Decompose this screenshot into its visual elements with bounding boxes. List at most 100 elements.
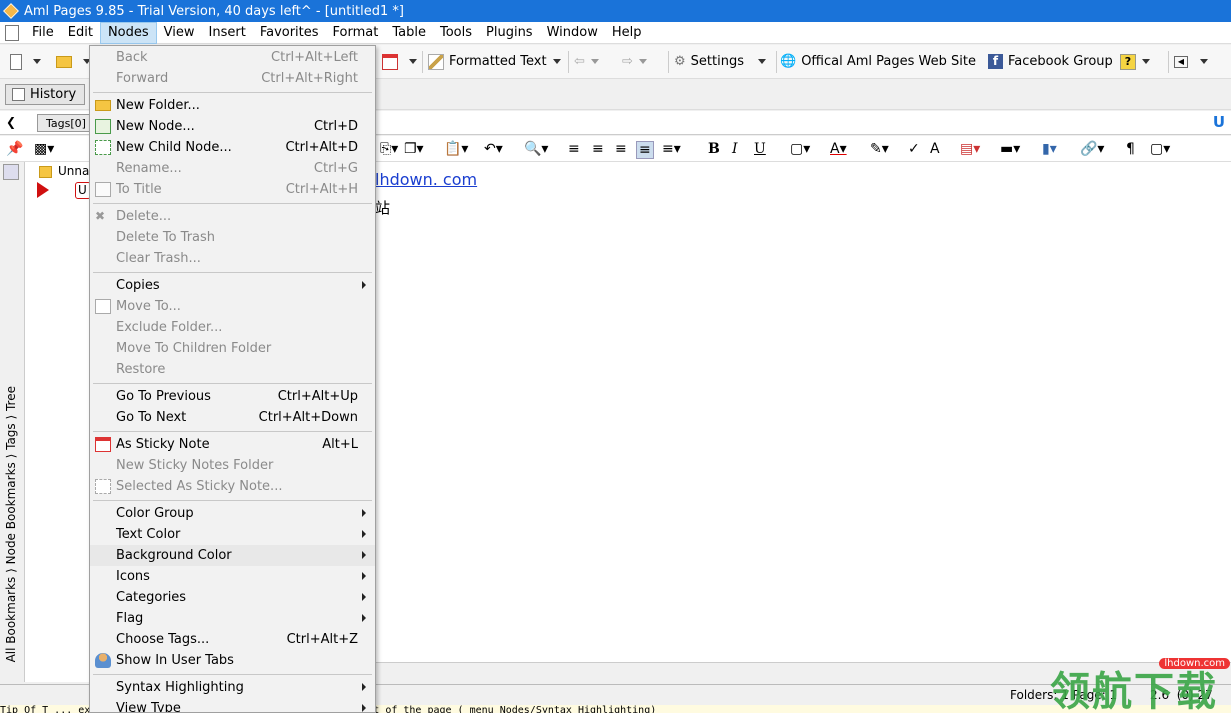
- menu-item-delete-to-trash: Delete To Trash: [90, 227, 375, 248]
- forward-nav-button[interactable]: ⇨: [618, 48, 651, 76]
- document-icon[interactable]: [5, 24, 19, 41]
- align-right-icon[interactable]: ≡: [615, 141, 627, 157]
- help-button[interactable]: ?: [1116, 48, 1154, 76]
- formatted-text-button[interactable]: Formatted Text: [424, 48, 565, 76]
- menu-item-label: Go To Previous: [116, 389, 211, 404]
- line-spacing-icon[interactable]: ≡▾: [662, 141, 681, 157]
- italic-button[interactable]: I: [732, 141, 738, 157]
- watermark-url: lhdown.com: [1159, 658, 1230, 669]
- submenu-arrow-icon: [362, 593, 366, 601]
- menu-item-shortcut: Ctrl+Alt+Z: [286, 632, 358, 647]
- menu-file[interactable]: File: [25, 22, 61, 44]
- menu-plugins[interactable]: Plugins: [479, 22, 540, 44]
- menu-item-shortcut: Ctrl+Alt+D: [285, 140, 358, 155]
- menu-item-label: New Node...: [116, 119, 195, 134]
- menu-item-as-sticky-note[interactable]: As Sticky Note Alt+L: [90, 434, 375, 455]
- page-tab-label[interactable]: U: [1213, 113, 1225, 131]
- menu-format[interactable]: Format: [326, 22, 386, 44]
- back-nav-button[interactable]: ⇦: [570, 48, 603, 76]
- submenu-arrow-icon: [362, 281, 366, 289]
- calendar-button[interactable]: [378, 48, 421, 76]
- node-view-icon[interactable]: ▩▾: [34, 141, 54, 157]
- pin-icon[interactable]: 📌: [6, 141, 23, 157]
- menu-separator: [93, 383, 372, 384]
- settings-button[interactable]: ⚙ Settings: [670, 48, 770, 76]
- history-icon: [12, 88, 25, 101]
- bold-button[interactable]: B: [708, 141, 720, 157]
- menu-item-new-child-node[interactable]: New Child Node... Ctrl+Alt+D: [90, 137, 375, 158]
- clear-format-icon[interactable]: ✓: [908, 141, 920, 157]
- style-icon[interactable]: A: [930, 141, 940, 157]
- justify-icon[interactable]: ≡: [636, 141, 654, 159]
- menu-item-label: Flag: [116, 611, 144, 626]
- underline-button[interactable]: U: [754, 141, 766, 157]
- menu-help[interactable]: Help: [605, 22, 649, 44]
- menu-item-color-group[interactable]: Color Group: [90, 503, 375, 524]
- vertical-tabs-labels[interactable]: All Bookmarks ⟩ Node Bookmarks ⟩ Tags ⟩ …: [4, 386, 18, 662]
- bookmark-icon[interactable]: ▮▾: [1042, 141, 1057, 157]
- scroll-left-icon[interactable]: ❮: [6, 115, 16, 129]
- menu-item-label: View Type: [116, 701, 181, 713]
- menu-item-shortcut: Alt+L: [322, 437, 358, 452]
- menu-item-icons[interactable]: Icons: [90, 566, 375, 587]
- menu-separator: [93, 431, 372, 432]
- menu-item-new-folder[interactable]: New Folder...: [90, 95, 375, 116]
- find-icon[interactable]: 🔍▾: [524, 141, 548, 157]
- official-site-button[interactable]: 🌐 Offical Aml Pages Web Site: [776, 48, 1000, 76]
- copy-format-icon[interactable]: ❐▾: [404, 141, 424, 157]
- editor-link[interactable]: lhdown. com: [375, 170, 477, 189]
- vertical-tab-strip: All Bookmarks ⟩ Node Bookmarks ⟩ Tags ⟩ …: [0, 162, 25, 682]
- menu-item-go-to-previous[interactable]: Go To Previous Ctrl+Alt+Up: [90, 386, 375, 407]
- menu-item-view-type[interactable]: View Type: [90, 698, 375, 713]
- menu-item-syntax-highlighting[interactable]: Syntax Highlighting: [90, 677, 375, 698]
- submenu-arrow-icon: [362, 509, 366, 517]
- image-icon[interactable]: ▢▾: [1150, 141, 1170, 157]
- menu-item-copies[interactable]: Copies: [90, 275, 375, 296]
- delete-icon: ✖: [95, 209, 106, 223]
- paragraph-icon[interactable]: ¶: [1126, 141, 1135, 157]
- menu-table[interactable]: Table: [385, 22, 433, 44]
- panel-button[interactable]: ◀: [1170, 48, 1212, 76]
- menu-item-categories[interactable]: Categories: [90, 587, 375, 608]
- menu-view[interactable]: View: [157, 22, 202, 44]
- line-icon[interactable]: ▬▾: [1000, 141, 1020, 157]
- menu-item-label: Syntax Highlighting: [116, 680, 244, 695]
- menu-item-label: Show In User Tabs: [116, 653, 234, 668]
- menu-tools[interactable]: Tools: [433, 22, 479, 44]
- tab-tags[interactable]: Tags[0]: [37, 114, 95, 132]
- menu-item-text-color[interactable]: Text Color: [90, 524, 375, 545]
- menu-item-label: Delete...: [116, 209, 172, 224]
- history-button[interactable]: History: [5, 84, 86, 105]
- text-color-icon[interactable]: A▾: [830, 141, 847, 157]
- align-center-icon[interactable]: ≡: [592, 141, 604, 157]
- insert-icon[interactable]: ▢▾: [790, 141, 810, 157]
- menu-nodes[interactable]: Nodes: [99, 21, 157, 44]
- folder-icon: [95, 100, 111, 111]
- copy-icon[interactable]: ⎘▾: [380, 141, 398, 157]
- menu-item-show-in-user-tabs[interactable]: Show In User Tabs: [90, 650, 375, 671]
- submenu-arrow-icon: [362, 704, 366, 712]
- align-left-icon[interactable]: ≡: [568, 141, 580, 157]
- date-icon[interactable]: ▤▾: [960, 141, 980, 157]
- user-icon: [95, 653, 111, 668]
- new-file-icon: [10, 53, 22, 70]
- submenu-arrow-icon: [362, 551, 366, 559]
- menu-edit[interactable]: Edit: [61, 22, 100, 44]
- menu-window[interactable]: Window: [540, 22, 605, 44]
- menu-item-choose-tags[interactable]: Choose Tags... Ctrl+Alt+Z: [90, 629, 375, 650]
- pin-panel-button[interactable]: [3, 164, 19, 180]
- menu-item-new-node[interactable]: New Node... Ctrl+D: [90, 116, 375, 137]
- undo-icon[interactable]: ↶▾: [484, 141, 503, 157]
- menu-item-label: New Sticky Notes Folder: [116, 458, 274, 473]
- menu-item-go-to-next[interactable]: Go To Next Ctrl+Alt+Down: [90, 407, 375, 428]
- tree-folder-label[interactable]: Unna: [58, 164, 89, 178]
- paste-icon[interactable]: 📋▾: [444, 141, 468, 157]
- facebook-button[interactable]: f Facebook Group: [984, 48, 1117, 76]
- link-icon[interactable]: 🔗▾: [1080, 141, 1104, 157]
- menu-item-background-color[interactable]: Background Color: [90, 545, 375, 566]
- new-file-button[interactable]: [6, 48, 45, 76]
- menu-insert[interactable]: Insert: [202, 22, 253, 44]
- menu-item-flag[interactable]: Flag: [90, 608, 375, 629]
- menu-favorites[interactable]: Favorites: [253, 22, 326, 44]
- highlight-icon[interactable]: ✎▾: [870, 141, 889, 157]
